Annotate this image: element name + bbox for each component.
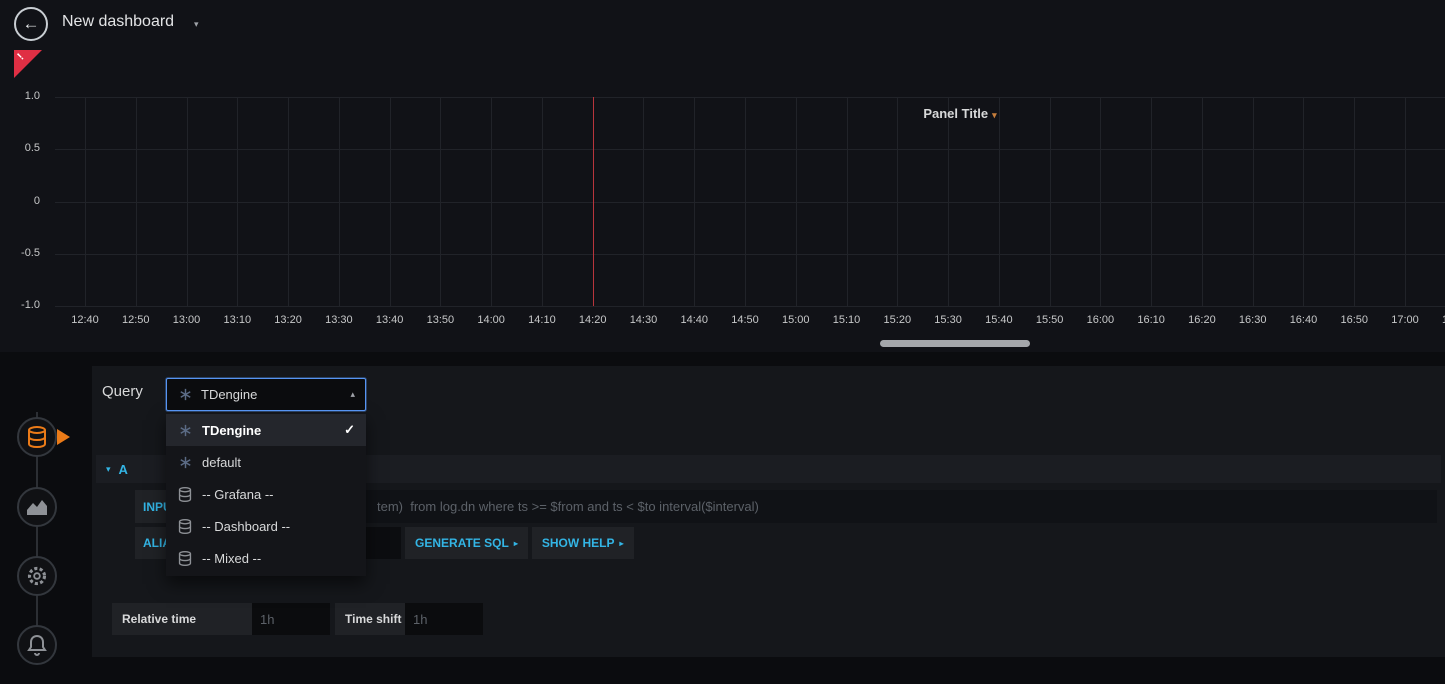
- graph-icon: [26, 498, 48, 516]
- x-axis-tick-label: 13:50: [418, 314, 462, 326]
- y-axis-tick-label: -1.0: [0, 299, 40, 311]
- dropdown-item-default[interactable]: default: [166, 446, 366, 478]
- tdengine-icon: [177, 424, 193, 437]
- x-axis-tick-label: 16:00: [1078, 314, 1122, 326]
- x-axis-tick-label: 12:40: [63, 314, 107, 326]
- arrow-left-icon: ←: [23, 14, 40, 34]
- tab-datasource[interactable]: [17, 417, 57, 457]
- x-axis-tick-label: 15:30: [926, 314, 970, 326]
- query-section-label: Query: [102, 383, 143, 400]
- caret-down-icon: ▾: [106, 464, 111, 475]
- generate-sql-button[interactable]: GENERATE SQL ▸: [405, 527, 528, 559]
- query-pane: Query TDengine ▴ TDengine ✓ default -- Graf…: [92, 366, 1445, 657]
- submenu-caret-icon: ▸: [514, 539, 518, 548]
- y-axis-tick-label: 0: [0, 195, 40, 207]
- datasource-select[interactable]: TDengine ▴: [166, 378, 366, 411]
- x-axis-tick-label: 17:10: [1434, 314, 1445, 326]
- caret-down-icon: ▾: [992, 110, 997, 120]
- x-axis-tick-label: 14:00: [469, 314, 513, 326]
- x-axis-tick-label: 13:30: [317, 314, 361, 326]
- y-grid-line: [55, 306, 1445, 307]
- dropdown-item-label: -- Grafana --: [202, 487, 274, 502]
- query-row-letter: A: [119, 462, 128, 477]
- dropdown-item-label: TDengine: [202, 423, 261, 438]
- dropdown-item-dashboard[interactable]: -- Dashboard --: [166, 510, 366, 542]
- x-axis-tick-label: 14:50: [723, 314, 767, 326]
- x-axis-tick-label: 15:40: [977, 314, 1021, 326]
- database-icon: [177, 487, 193, 502]
- x-axis-tick-label: 15:10: [825, 314, 869, 326]
- panel-title-text: Panel Title: [923, 106, 988, 121]
- gear-icon: [26, 565, 48, 587]
- back-button[interactable]: ←: [14, 7, 48, 41]
- active-tab-pointer-icon: [57, 429, 70, 445]
- generate-sql-label: GENERATE SQL: [415, 536, 509, 550]
- dropdown-item-label: -- Dashboard --: [202, 519, 290, 534]
- caret-up-icon: ▴: [350, 389, 355, 400]
- x-axis-tick-label: 16:10: [1129, 314, 1173, 326]
- x-axis-tick-label: 16:50: [1332, 314, 1376, 326]
- time-shift-field[interactable]: [405, 603, 483, 635]
- x-axis-tick-label: 13:40: [368, 314, 412, 326]
- x-axis-tick-label: 14:40: [672, 314, 716, 326]
- tab-alert[interactable]: [17, 625, 57, 665]
- dropdown-item-mixed[interactable]: -- Mixed --: [166, 542, 366, 574]
- x-axis-tick-label: 13:20: [266, 314, 310, 326]
- x-axis-tick-label: 16:40: [1281, 314, 1325, 326]
- database-icon: [177, 519, 193, 534]
- y-axis-tick-label: 1.0: [0, 90, 40, 102]
- horizontal-scrollbar-thumb[interactable]: [880, 340, 1030, 347]
- check-icon: ✓: [344, 422, 355, 438]
- x-axis-tick-label: 13:10: [215, 314, 259, 326]
- database-icon: [27, 426, 47, 448]
- x-axis-tick-label: 15:00: [774, 314, 818, 326]
- x-axis-tick-label: 13:00: [165, 314, 209, 326]
- x-axis-tick-label: 16:20: [1180, 314, 1224, 326]
- datasource-dropdown-menu: TDengine ✓ default -- Grafana -- -- Dashboar…: [166, 412, 366, 576]
- y-grid-line: [55, 254, 1445, 255]
- x-axis-tick-label: 14:30: [621, 314, 665, 326]
- plot-area: 12:40 12:50 13:00 13:10 13:20 13:30 13:40 13:50…: [0, 48, 1445, 352]
- x-axis-tick-label: 16:30: [1231, 314, 1275, 326]
- x-axis-tick-label: 15:50: [1028, 314, 1072, 326]
- dropdown-item-label: -- Mixed --: [202, 551, 261, 566]
- dropdown-item-tdengine[interactable]: TDengine ✓: [166, 414, 366, 446]
- topbar: ← New dashboard ▾: [0, 0, 1445, 48]
- relative-time-label: Relative time: [112, 603, 252, 635]
- relative-time-field[interactable]: [252, 603, 330, 635]
- time-options-row: Relative time Time shift: [112, 603, 483, 635]
- caret-down-icon[interactable]: ▾: [194, 19, 199, 30]
- panel-title[interactable]: Panel Title ▾: [880, 106, 1040, 121]
- y-grid-line: [55, 202, 1445, 203]
- datasource-select-value: TDengine: [201, 387, 257, 402]
- database-icon: [177, 551, 193, 566]
- tdengine-icon: [177, 456, 193, 469]
- x-axis-tick-label: 12:50: [114, 314, 158, 326]
- show-help-label: SHOW HELP: [542, 536, 615, 550]
- x-axis-tick-label: 14:20: [571, 314, 615, 326]
- submenu-caret-icon: ▸: [620, 539, 624, 548]
- y-axis-tick-label: -0.5: [0, 247, 40, 259]
- tab-general[interactable]: [17, 556, 57, 596]
- graph-panel: 12:40 12:50 13:00 13:10 13:20 13:30 13:40 13:50…: [0, 48, 1445, 352]
- grafana-dashboard-edit-screen: { "icons": { "arrow_left": "←", "caret_d…: [0, 0, 1445, 684]
- x-axis-tick-label: 15:20: [875, 314, 919, 326]
- y-axis-tick-label: 0.5: [0, 142, 40, 154]
- show-help-button[interactable]: SHOW HELP ▸: [532, 527, 634, 559]
- tdengine-icon: [177, 388, 193, 401]
- dropdown-item-grafana[interactable]: -- Grafana --: [166, 478, 366, 510]
- y-grid-line: [55, 149, 1445, 150]
- y-grid-line: [55, 97, 1445, 98]
- dropdown-item-label: default: [202, 455, 241, 470]
- x-axis-tick-label: 17:00: [1383, 314, 1427, 326]
- bell-icon: [27, 634, 47, 656]
- time-shift-label: Time shift: [335, 603, 405, 635]
- tab-visualization[interactable]: [17, 487, 57, 527]
- dashboard-title[interactable]: New dashboard: [62, 13, 174, 31]
- input-sql-field[interactable]: [215, 490, 1437, 523]
- x-axis-tick-label: 14:10: [520, 314, 564, 326]
- time-annotation-line: [593, 97, 594, 306]
